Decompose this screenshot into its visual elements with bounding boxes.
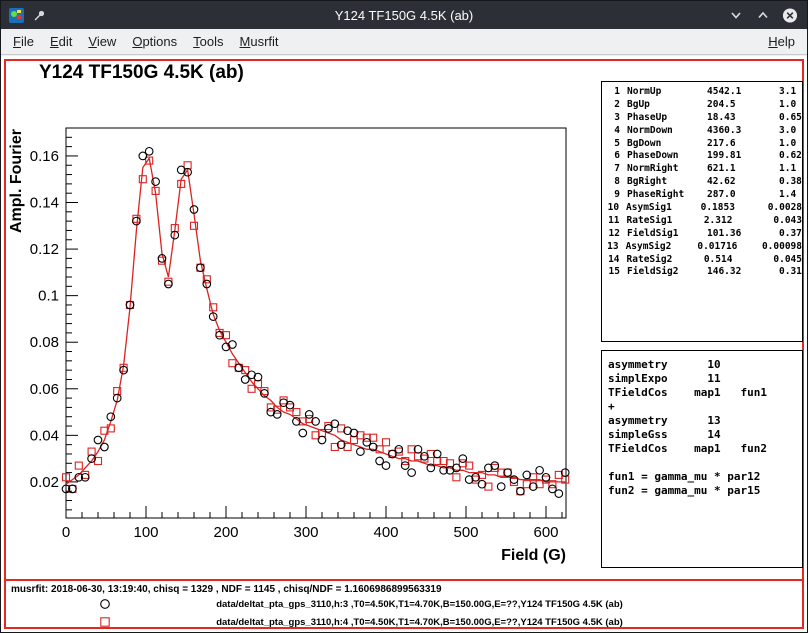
- svg-text:0.08: 0.08: [30, 334, 59, 351]
- maximize-button chevron-up-icon[interactable]: [755, 7, 771, 23]
- param-row: 1NormUp4542.13.1: [606, 86, 802, 99]
- svg-text:500: 500: [453, 524, 478, 541]
- svg-text:400: 400: [373, 524, 398, 541]
- minimize-button chevron-down-icon[interactable]: [728, 7, 744, 23]
- menu-edit[interactable]: Edit: [42, 31, 80, 52]
- menubar: File Edit View Options Tools Musrfit Hel…: [1, 29, 807, 55]
- param-row: 7NormRight621.11.1: [606, 163, 802, 176]
- svg-text:0.02: 0.02: [30, 474, 59, 491]
- svg-text:0: 0: [62, 524, 70, 541]
- param-row: 13AsymSig20.017160.00098: [606, 241, 802, 254]
- legend-item[interactable]: data/deltat_pta_gps_3110,h:4 ,T0=4.50K,T…: [61, 614, 727, 630]
- menu-musrfit[interactable]: Musrfit: [232, 31, 287, 52]
- svg-text:0.16: 0.16: [30, 148, 59, 165]
- svg-text:0.14: 0.14: [30, 195, 59, 212]
- app-icon: [8, 7, 24, 23]
- svg-text:0.06: 0.06: [30, 381, 59, 398]
- menu-tools[interactable]: Tools: [185, 31, 231, 52]
- app-window: Y124 TF150G 4.5K (ab) File Edit View Opt…: [0, 0, 808, 633]
- pad-separator: [6, 579, 802, 581]
- square-marker-icon: [98, 616, 112, 628]
- svg-text:0.1: 0.1: [38, 288, 59, 305]
- param-row: 15FieldSig2146.320.31: [606, 266, 802, 279]
- menu-view[interactable]: View: [80, 31, 124, 52]
- param-row: 11RateSig12.3120.043: [606, 215, 802, 228]
- pin-icon[interactable]: [31, 7, 47, 23]
- param-row: 5BgDown217.61.0: [606, 138, 802, 151]
- param-row: 2BgUp204.51.0: [606, 99, 802, 112]
- param-row: 14RateSig20.5140.045: [606, 254, 802, 267]
- param-row: 9PhaseRight287.01.4: [606, 189, 802, 202]
- theory-box[interactable]: asymmetry 10 simplExpo 11 TFieldCos map1…: [601, 350, 803, 568]
- menu-file[interactable]: File: [5, 31, 42, 52]
- svg-text:0.12: 0.12: [30, 241, 59, 258]
- param-row: 6PhaseDown199.810.62: [606, 150, 802, 163]
- parameter-box[interactable]: 1NormUp4542.13.12BgUp204.51.03PhaseUp18.…: [601, 81, 803, 342]
- svg-text:600: 600: [533, 524, 558, 541]
- svg-text:0.04: 0.04: [30, 427, 59, 444]
- menu-help[interactable]: Help: [760, 31, 803, 52]
- svg-text:Ampl. Fourier: Ampl. Fourier: [8, 129, 25, 233]
- legend-label: data/deltat_pta_gps_3110,h:4 ,T0=4.50K,T…: [112, 617, 727, 628]
- param-row: 12FieldSig1101.360.37: [606, 228, 802, 241]
- window-title: Y124 TF150G 4.5K (ab): [1, 8, 807, 23]
- close-button close-icon[interactable]: [782, 7, 798, 23]
- param-row: 10AsymSig10.18530.0028: [606, 202, 802, 215]
- legend-label: data/deltat_pta_gps_3110,h:3 ,T0=4.50K,T…: [112, 599, 727, 610]
- circle-marker-icon: [98, 598, 112, 610]
- param-row: 8BgRight42.620.38: [606, 176, 802, 189]
- svg-text:200: 200: [213, 524, 238, 541]
- menu-options[interactable]: Options: [124, 31, 185, 52]
- legend-item[interactable]: data/deltat_pta_gps_3110,h:3 ,T0=4.50K,T…: [61, 596, 727, 612]
- fit-info-line: musrfit: 2018-06-30, 13:19:40, chisq = 1…: [11, 584, 442, 595]
- svg-text:100: 100: [133, 524, 158, 541]
- root-canvas[interactable]: Y124 TF150G 4.5K (ab) 010020030040050060…: [1, 56, 807, 632]
- svg-text:300: 300: [293, 524, 318, 541]
- svg-text:Field (G): Field (G): [501, 547, 566, 564]
- titlebar[interactable]: Y124 TF150G 4.5K (ab): [1, 1, 807, 29]
- param-row: 3PhaseUp18.430.65: [606, 112, 802, 125]
- param-row: 4NormDown4360.33.0: [606, 125, 802, 138]
- parameter-rows: 1NormUp4542.13.12BgUp204.51.03PhaseUp18.…: [606, 86, 802, 279]
